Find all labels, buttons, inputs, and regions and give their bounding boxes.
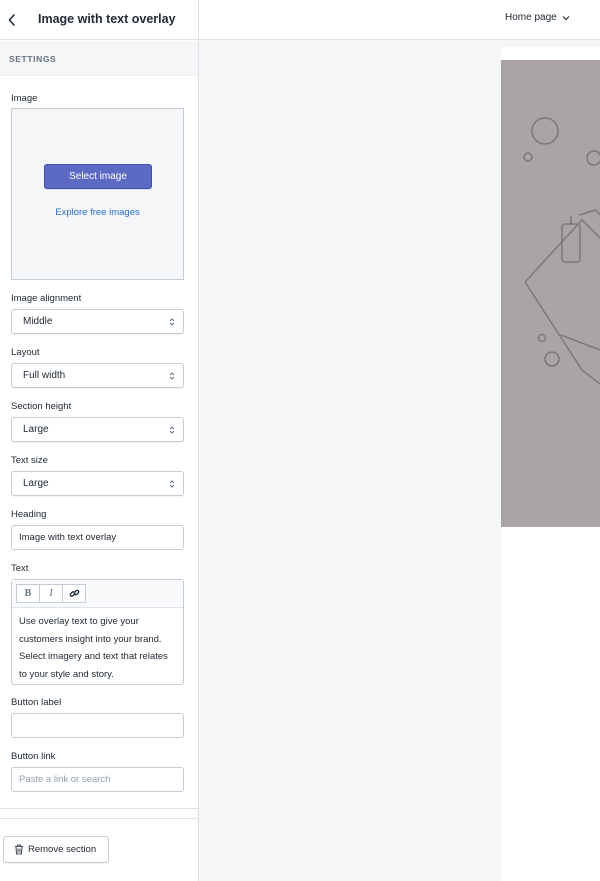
section-height-value: Large xyxy=(23,424,49,435)
chevron-down-icon xyxy=(562,15,570,20)
storefront-preview xyxy=(501,47,600,881)
image-alignment-select[interactable]: Middle xyxy=(11,309,184,334)
button-link-input[interactable]: Paste a link or search xyxy=(11,767,184,792)
link-button[interactable] xyxy=(62,584,86,603)
button-label-label: Button label xyxy=(11,697,62,708)
text-line: Select imagery and text that relates xyxy=(19,651,168,662)
section-height-label: Section height xyxy=(11,401,72,412)
image-placeholder[interactable] xyxy=(501,60,600,527)
button-link-label: Button link xyxy=(11,751,56,762)
divider xyxy=(0,818,198,819)
image-label: Image xyxy=(11,93,38,104)
link-icon xyxy=(69,589,79,597)
section-height-select[interactable]: Large xyxy=(11,417,184,442)
sidebar-header: Image with text overlay xyxy=(0,0,198,40)
text-line: to your style and story. xyxy=(19,668,114,680)
settings-heading: SETTINGS xyxy=(9,54,57,64)
text-size-select[interactable]: Large xyxy=(11,471,184,496)
settings-header: SETTINGS xyxy=(0,41,198,76)
layout-select[interactable]: Full width xyxy=(11,363,184,388)
up-down-caret-icon xyxy=(169,372,175,380)
text-line: customers insight into your brand. xyxy=(19,633,162,645)
up-down-caret-icon xyxy=(169,480,175,488)
layout-value: Full width xyxy=(23,370,66,381)
rich-text-toolbar: B I xyxy=(12,580,183,608)
text-label: Text xyxy=(11,563,29,574)
theme-editor-sidebar: Image with text overlay SETTINGS Image S… xyxy=(0,0,199,881)
explore-free-images-link[interactable]: Explore free images xyxy=(12,207,183,218)
italic-button[interactable]: I xyxy=(39,584,63,603)
heading-label: Heading xyxy=(11,509,47,520)
up-down-caret-icon xyxy=(169,426,175,434)
up-down-caret-icon xyxy=(169,318,175,326)
chevron-left-icon xyxy=(8,14,15,26)
rich-text-content[interactable]: Use overlay text to give your customers … xyxy=(19,613,179,683)
divider xyxy=(0,808,198,809)
button-label-input[interactable] xyxy=(11,713,184,738)
text-line: Use overlay text to give your xyxy=(19,616,139,627)
trash-icon xyxy=(15,844,23,855)
back-button[interactable] xyxy=(4,10,20,30)
remove-section-label: Remove section xyxy=(28,844,97,855)
button-link-placeholder: Paste a link or search xyxy=(19,774,111,785)
layout-label: Layout xyxy=(11,347,40,358)
text-size-label: Text size xyxy=(11,455,48,466)
heading-input-value: Image with text overlay xyxy=(19,532,117,543)
bold-button[interactable]: B xyxy=(16,584,40,603)
remove-section-button[interactable]: Remove section xyxy=(3,836,109,863)
image-picker: Select image Explore free images xyxy=(11,108,184,280)
rich-text-editor: B I Use overlay text to give your custom… xyxy=(11,579,184,685)
page-selector[interactable]: Home page xyxy=(505,12,570,23)
select-image-button[interactable]: Select image xyxy=(44,164,152,189)
heading-input[interactable]: Image with text overlay xyxy=(11,525,184,550)
placeholder-illustration xyxy=(523,117,600,385)
preview-topbar: Home page xyxy=(199,0,600,40)
image-alignment-value: Middle xyxy=(23,316,53,327)
section-title: Image with text overlay xyxy=(38,12,176,26)
page-selector-label: Home page xyxy=(505,12,557,23)
text-size-value: Large xyxy=(23,478,49,489)
image-alignment-label: Image alignment xyxy=(11,293,82,304)
